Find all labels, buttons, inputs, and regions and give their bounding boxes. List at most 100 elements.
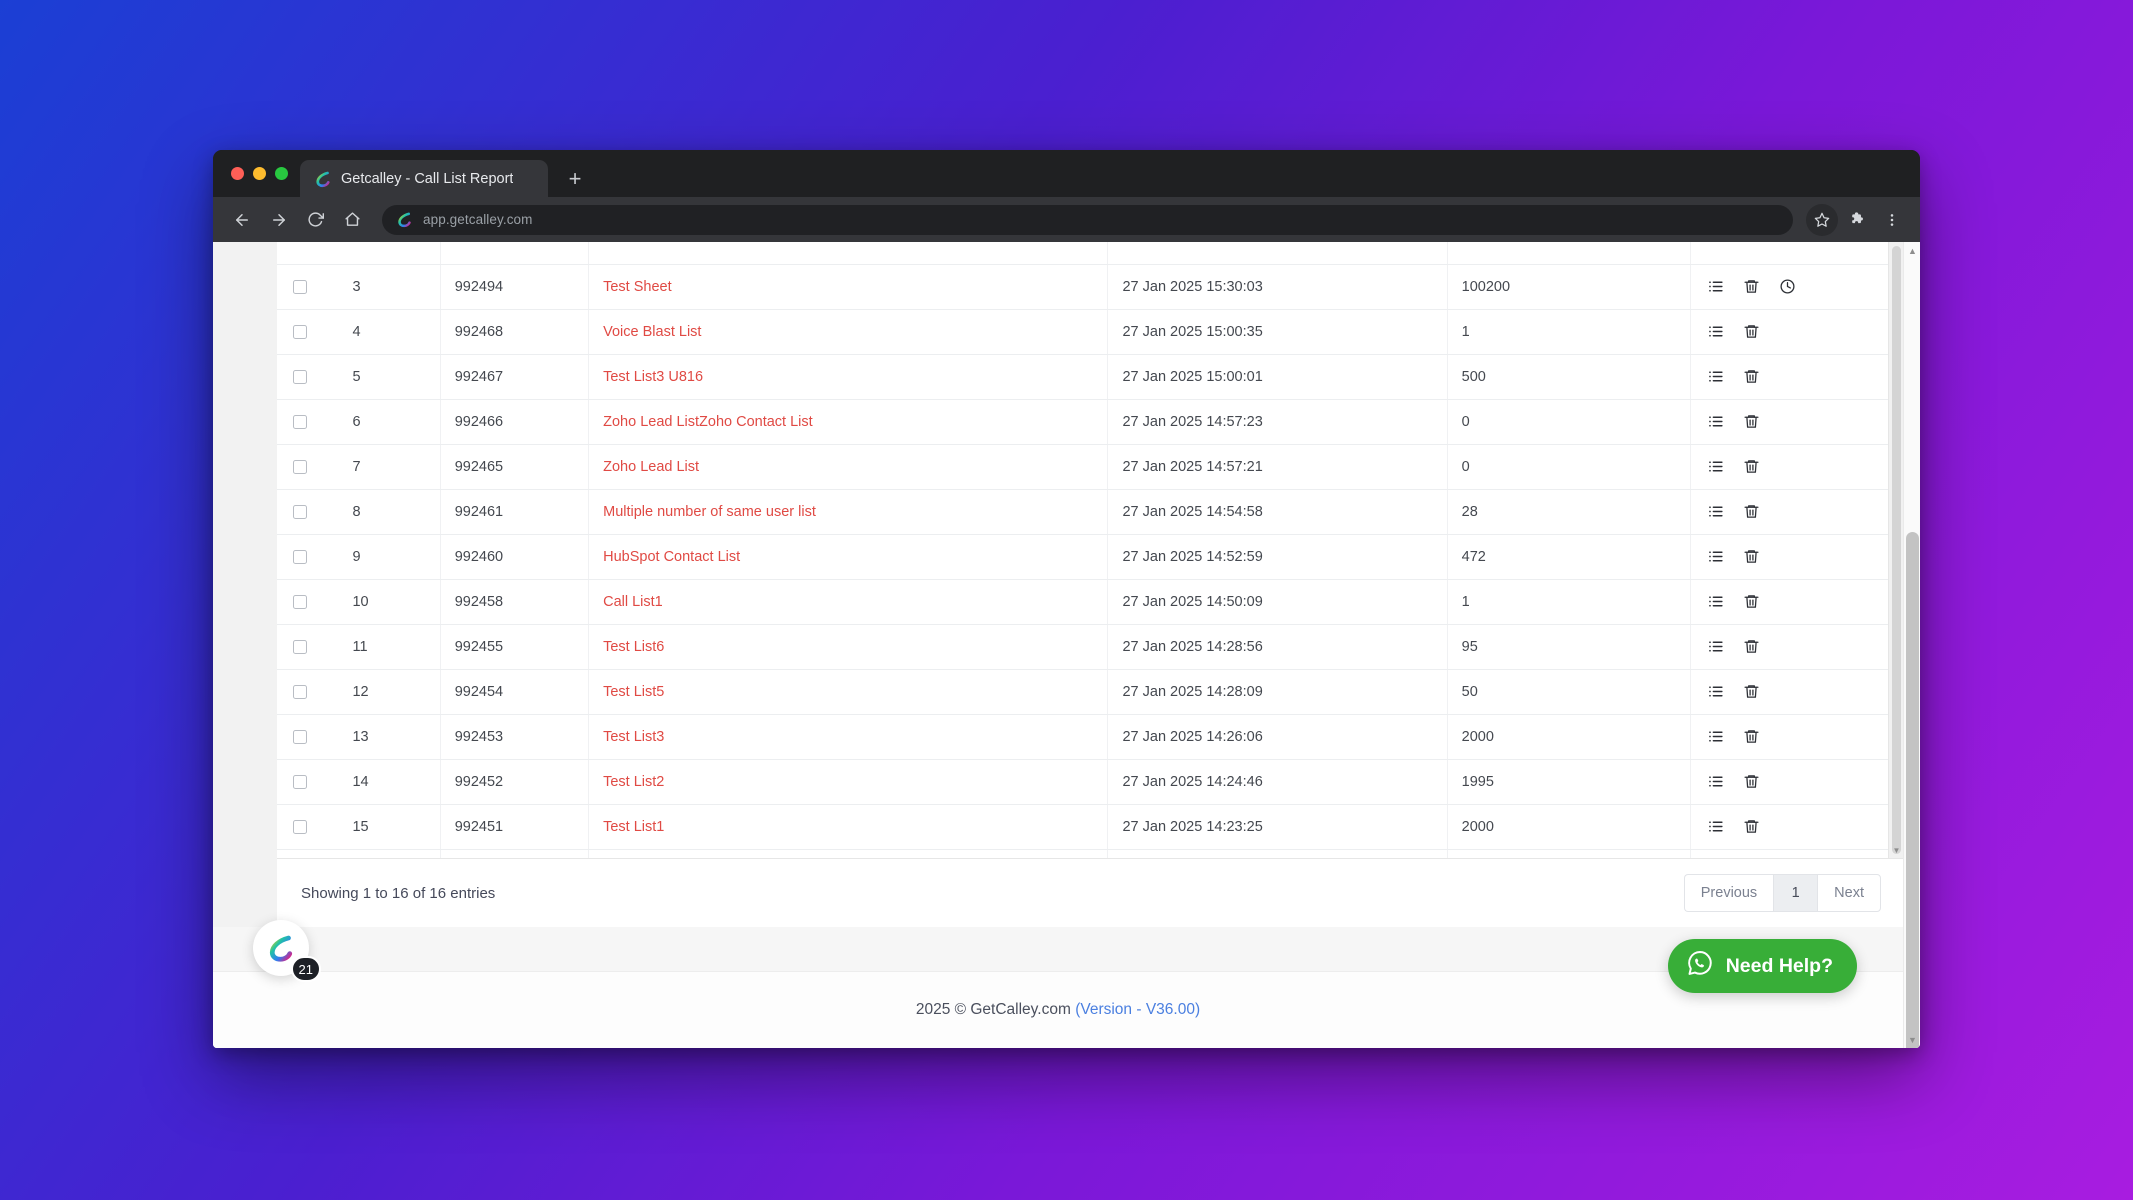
address-bar[interactable]: app.getcalley.com: [382, 204, 1793, 235]
version-link[interactable]: (Version - V36.00): [1075, 1001, 1200, 1018]
pagination-next-button[interactable]: Next: [1817, 874, 1881, 913]
need-help-whatsapp-button[interactable]: Need Help?: [1667, 939, 1857, 993]
row-checkbox-cell: [277, 354, 339, 400]
row-list-id: 992494: [440, 264, 590, 310]
page-scrollbar-thumb[interactable]: [1906, 532, 1919, 1048]
row-list-name-link[interactable]: Test List6: [603, 639, 664, 655]
delete-list-icon[interactable]: [1743, 503, 1760, 520]
pagination-page-1-button[interactable]: 1: [1773, 874, 1818, 913]
copyright-label: 2025 © GetCalley.com: [915, 1000, 1076, 1018]
view-list-icon[interactable]: [1707, 593, 1724, 610]
row-list-name-link[interactable]: Zoho Lead ListZoho Contact List: [603, 414, 813, 430]
view-list-icon[interactable]: [1707, 638, 1724, 655]
view-list-icon[interactable]: [1707, 818, 1724, 835]
delete-list-icon[interactable]: [1743, 278, 1760, 295]
row-checkbox[interactable]: [293, 459, 307, 474]
chat-unread-badge: 21: [290, 956, 321, 982]
back-button[interactable]: [225, 203, 258, 236]
table-scroll-down-arrow[interactable]: ▼: [1889, 843, 1903, 858]
table-scrollbar-thumb[interactable]: [1892, 246, 1901, 854]
row-list-name-link[interactable]: Zoho Lead List: [603, 459, 699, 475]
view-list-icon[interactable]: [1707, 323, 1724, 340]
row-list-name-link[interactable]: Test List1: [603, 819, 664, 835]
browser-tab[interactable]: Getcalley - Call List Report: [300, 160, 548, 198]
view-list-icon[interactable]: [1707, 548, 1724, 565]
page-scroll-down-arrow[interactable]: ▼: [1904, 1031, 1920, 1048]
tab-title: Getcalley - Call List Report: [341, 171, 514, 187]
view-list-icon[interactable]: [1707, 413, 1724, 430]
row-checkbox[interactable]: [293, 414, 307, 429]
view-list-icon[interactable]: [1707, 458, 1724, 475]
row-created-date: 27 Jan 2025 14:28:09: [1107, 669, 1448, 715]
view-list-icon[interactable]: [1707, 728, 1724, 745]
bookmark-star-icon[interactable]: [1806, 203, 1838, 236]
row-checkbox[interactable]: [293, 684, 307, 699]
row-checkbox[interactable]: [293, 594, 307, 609]
table-vertical-scrollbar[interactable]: ▼: [1888, 242, 1903, 859]
row-checkbox[interactable]: [293, 504, 307, 519]
row-list-name-link[interactable]: Test List5: [603, 684, 664, 700]
call-list-report-card: 3 992494 Test Sheet 27 Jan 2025 15:30:03 100…: [277, 242, 1903, 928]
row-checkbox[interactable]: [293, 549, 307, 564]
new-tab-button[interactable]: +: [558, 163, 592, 197]
row-list-name-link[interactable]: HubSpot Contact List: [603, 549, 740, 565]
browser-menu-icon[interactable]: [1876, 204, 1908, 236]
row-list-name-link[interactable]: Test List2: [603, 774, 664, 790]
copyright-text: 2025 © GetCalley.com (Version - V36.00): [916, 1001, 1200, 1019]
row-list-name-link[interactable]: Call List1: [603, 594, 663, 610]
row-checkbox-cell: [277, 804, 339, 850]
delete-list-icon[interactable]: [1743, 818, 1760, 835]
pagination-previous-button[interactable]: Previous: [1683, 874, 1774, 913]
delete-list-icon[interactable]: [1743, 728, 1760, 745]
row-checkbox-cell: [277, 264, 339, 310]
forward-button[interactable]: [262, 203, 295, 236]
row-list-name-link[interactable]: Voice Blast List: [603, 324, 701, 340]
home-button[interactable]: [336, 203, 369, 236]
web-page: 3 992494 Test Sheet 27 Jan 2025 15:30:03 100…: [213, 242, 1903, 1048]
row-checkbox[interactable]: [293, 819, 307, 834]
minimize-window-button[interactable]: [253, 167, 266, 180]
page-scroll-up-arrow[interactable]: ▲: [1904, 242, 1920, 259]
delete-list-icon[interactable]: [1743, 458, 1760, 475]
reload-button[interactable]: [299, 203, 332, 236]
row-checkbox[interactable]: [293, 279, 307, 294]
row-list-name-link[interactable]: Test Sheet: [603, 279, 672, 295]
schedule-clock-icon[interactable]: [1779, 278, 1796, 295]
row-serial-number: 9: [338, 534, 441, 580]
view-list-icon[interactable]: [1707, 278, 1724, 295]
delete-list-icon[interactable]: [1743, 683, 1760, 700]
delete-list-icon[interactable]: [1743, 638, 1760, 655]
row-contact-count: 1: [1447, 579, 1692, 625]
close-window-button[interactable]: [231, 167, 244, 180]
delete-list-icon[interactable]: [1743, 548, 1760, 565]
row-checkbox[interactable]: [293, 774, 307, 789]
extensions-puzzle-icon[interactable]: [1841, 204, 1873, 236]
view-list-icon[interactable]: [1707, 773, 1724, 790]
row-checkbox[interactable]: [293, 639, 307, 654]
delete-list-icon[interactable]: [1743, 368, 1760, 385]
view-list-icon[interactable]: [1707, 368, 1724, 385]
row-checkbox-cell: [277, 849, 339, 859]
row-checkbox[interactable]: [293, 324, 307, 339]
delete-list-icon[interactable]: [1743, 593, 1760, 610]
whatsapp-icon: [1686, 949, 1714, 983]
row-list-name-link[interactable]: Test List3: [603, 729, 664, 745]
chat-widget-button[interactable]: 21: [253, 920, 321, 982]
view-list-icon[interactable]: [1707, 683, 1724, 700]
row-list-name-link[interactable]: Test List3 U816: [603, 369, 703, 385]
row-checkbox[interactable]: [293, 369, 307, 384]
delete-list-icon[interactable]: [1743, 413, 1760, 430]
row-contact-count: 2000: [1447, 714, 1692, 760]
view-list-icon[interactable]: [1707, 503, 1724, 520]
row-created-date: 27 Jan 2025 14:26:06: [1107, 714, 1448, 760]
maximize-window-button[interactable]: [275, 167, 288, 180]
calley-chat-icon: [269, 935, 293, 962]
delete-list-icon[interactable]: [1743, 773, 1760, 790]
row-actions-cell: [1690, 354, 1903, 400]
row-list-name-link[interactable]: Multiple number of same user list: [603, 504, 816, 520]
delete-list-icon[interactable]: [1743, 323, 1760, 340]
page-vertical-scrollbar[interactable]: ▲ ▼: [1903, 242, 1920, 1048]
call-list-table-scroll[interactable]: 3 992494 Test Sheet 27 Jan 2025 15:30:03 100…: [277, 242, 1903, 860]
row-list-id: 992458: [440, 579, 590, 625]
row-checkbox[interactable]: [293, 729, 307, 744]
